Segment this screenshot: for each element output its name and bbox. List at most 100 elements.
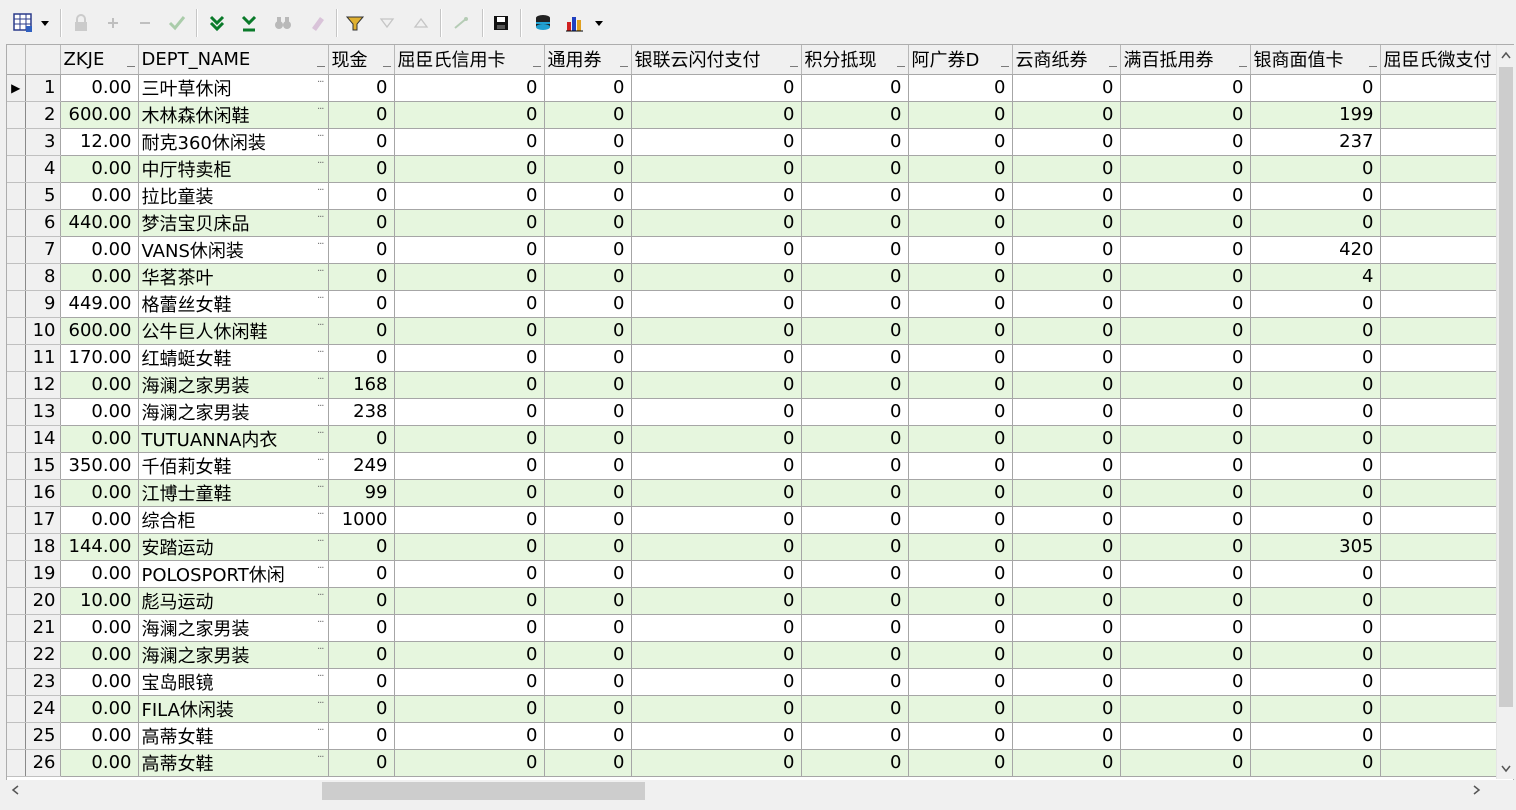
column-header[interactable]: 屈臣氏微支付 (1380, 45, 1501, 75)
cell-value[interactable]: 0 (631, 290, 802, 318)
cell-dept-name[interactable]: 高蒂女鞋 ··· (138, 722, 329, 750)
cell-dept-name[interactable]: 耐克360休闲装 ··· (138, 128, 329, 156)
ellipsis-button-icon[interactable]: ··· (317, 590, 324, 601)
cell-dept-name[interactable]: 彪马运动 ··· (138, 587, 329, 615)
table-row[interactable]: ▶ 1 0.00 三叶草休闲 ··· 0 0 0 0 0 0 0 0 0 (7, 74, 1501, 102)
cell-value[interactable]: 0 (544, 236, 632, 264)
row-number[interactable]: 5 (25, 182, 61, 210)
row-number[interactable]: 9 (25, 290, 61, 318)
cell-value[interactable]: 0 (631, 74, 802, 102)
cell-value[interactable]: 0 (1250, 209, 1381, 237)
column-header[interactable]: 银商面值卡 (1250, 45, 1381, 75)
cell-value[interactable]: 0 (1250, 641, 1381, 669)
cell-zkje[interactable]: 0.00 (60, 614, 139, 642)
cell-value[interactable]: 0 (631, 101, 802, 129)
cell-value[interactable]: 0 (801, 695, 909, 723)
cell-value[interactable]: 0 (1250, 155, 1381, 183)
cell-dept-name[interactable]: POLOSPORT休闲 ··· (138, 560, 329, 588)
cell-value[interactable]: 0 (1012, 668, 1121, 696)
cell-value[interactable]: 0 (1120, 344, 1251, 372)
row-indicator[interactable] (7, 587, 26, 615)
chart-dropdown-icon[interactable] (592, 11, 606, 35)
cell-value[interactable]: 0 (631, 614, 802, 642)
cell-value[interactable]: 0 (1012, 74, 1121, 102)
cell-zkje[interactable]: 600.00 (60, 317, 139, 345)
row-indicator[interactable] (7, 479, 26, 507)
cell-value[interactable]: 0 (544, 101, 632, 129)
cell-value[interactable]: 0 (1120, 587, 1251, 615)
row-indicator[interactable] (7, 182, 26, 210)
row-indicator[interactable] (7, 344, 26, 372)
cell-value[interactable]: 0 (908, 209, 1013, 237)
cell-value[interactable]: 0 (631, 749, 802, 777)
cell-value[interactable]: 0 (328, 587, 395, 615)
table-row[interactable]: 8 0.00 华茗茶叶 ··· 0 0 0 0 0 0 0 0 4 (7, 263, 1501, 291)
row-indicator[interactable] (7, 398, 26, 426)
table-row[interactable]: 3 12.00 耐克360休闲装 ··· 0 0 0 0 0 0 0 0 237 (7, 128, 1501, 156)
cell-value[interactable] (1380, 506, 1501, 534)
binoculars-icon[interactable] (272, 11, 294, 35)
cell-value[interactable] (1380, 641, 1501, 669)
ellipsis-button-icon[interactable]: ··· (317, 239, 324, 250)
cell-value[interactable]: 0 (1120, 128, 1251, 156)
cell-value[interactable]: 0 (801, 398, 909, 426)
row-number[interactable]: 25 (25, 722, 61, 750)
ellipsis-button-icon[interactable]: ··· (317, 212, 324, 223)
cell-value[interactable] (1380, 749, 1501, 777)
ellipsis-button-icon[interactable]: ··· (317, 725, 324, 736)
cell-value[interactable]: 0 (328, 722, 395, 750)
save-icon[interactable] (490, 11, 512, 35)
cell-value[interactable]: 0 (631, 425, 802, 453)
dropdown-arrow-icon[interactable] (38, 11, 52, 35)
row-number[interactable]: 11 (25, 344, 61, 372)
cell-value[interactable]: 0 (1250, 722, 1381, 750)
cell-dept-name[interactable]: 华茗茶叶 ··· (138, 263, 329, 291)
table-row[interactable]: 22 0.00 海澜之家男装 ··· 0 0 0 0 0 0 0 0 0 (7, 641, 1501, 669)
cell-value[interactable]: 0 (394, 182, 545, 210)
row-indicator[interactable] (7, 263, 26, 291)
cell-value[interactable]: 0 (394, 74, 545, 102)
cell-dept-name[interactable]: 海澜之家男装 ··· (138, 641, 329, 669)
table-row[interactable]: 24 0.00 FILA休闲装 ··· 0 0 0 0 0 0 0 0 0 (7, 695, 1501, 723)
ellipsis-button-icon[interactable]: ··· (317, 617, 324, 628)
cell-zkje[interactable]: 0.00 (60, 749, 139, 777)
row-indicator[interactable] (7, 560, 26, 588)
cell-value[interactable]: 0 (328, 74, 395, 102)
cell-value[interactable]: 0 (1250, 479, 1381, 507)
cell-value[interactable]: 0 (1120, 479, 1251, 507)
cell-value[interactable]: 0 (801, 209, 909, 237)
cell-value[interactable]: 0 (394, 533, 545, 561)
row-number[interactable]: 12 (25, 371, 61, 399)
cell-dept-name[interactable]: 拉比童装 ··· (138, 182, 329, 210)
cell-dept-name[interactable]: 安踏运动 ··· (138, 533, 329, 561)
table-row[interactable]: 11 170.00 红蜻蜓女鞋 ··· 0 0 0 0 0 0 0 0 0 (7, 344, 1501, 372)
cell-value[interactable]: 0 (1120, 398, 1251, 426)
cell-value[interactable]: 238 (328, 398, 395, 426)
cell-zkje[interactable]: 440.00 (60, 209, 139, 237)
row-indicator[interactable] (7, 290, 26, 318)
cell-value[interactable] (1380, 182, 1501, 210)
cell-value[interactable]: 0 (1250, 290, 1381, 318)
cell-value[interactable]: 0 (328, 641, 395, 669)
lock-icon[interactable] (70, 11, 92, 35)
horizontal-scrollbar[interactable] (6, 780, 1496, 802)
row-indicator[interactable] (7, 209, 26, 237)
cell-value[interactable]: 0 (908, 236, 1013, 264)
cell-value[interactable] (1380, 317, 1501, 345)
table-row[interactable]: 4 0.00 中厅特卖柜 ··· 0 0 0 0 0 0 0 0 0 (7, 155, 1501, 183)
cell-value[interactable]: 0 (908, 452, 1013, 480)
cell-value[interactable]: 0 (1120, 641, 1251, 669)
row-number[interactable]: 8 (25, 263, 61, 291)
row-number[interactable]: 22 (25, 641, 61, 669)
row-number[interactable]: 4 (25, 155, 61, 183)
cell-value[interactable] (1380, 344, 1501, 372)
cell-value[interactable]: 0 (631, 560, 802, 588)
cell-value[interactable]: 0 (1012, 317, 1121, 345)
cell-value[interactable]: 0 (1250, 695, 1381, 723)
cell-value[interactable]: 0 (328, 290, 395, 318)
cell-value[interactable]: 0 (801, 263, 909, 291)
cell-value[interactable]: 0 (544, 209, 632, 237)
cell-dept-name[interactable]: 公牛巨人休闲鞋 ··· (138, 317, 329, 345)
cell-value[interactable]: 0 (1012, 236, 1121, 264)
cell-zkje[interactable]: 0.00 (60, 695, 139, 723)
